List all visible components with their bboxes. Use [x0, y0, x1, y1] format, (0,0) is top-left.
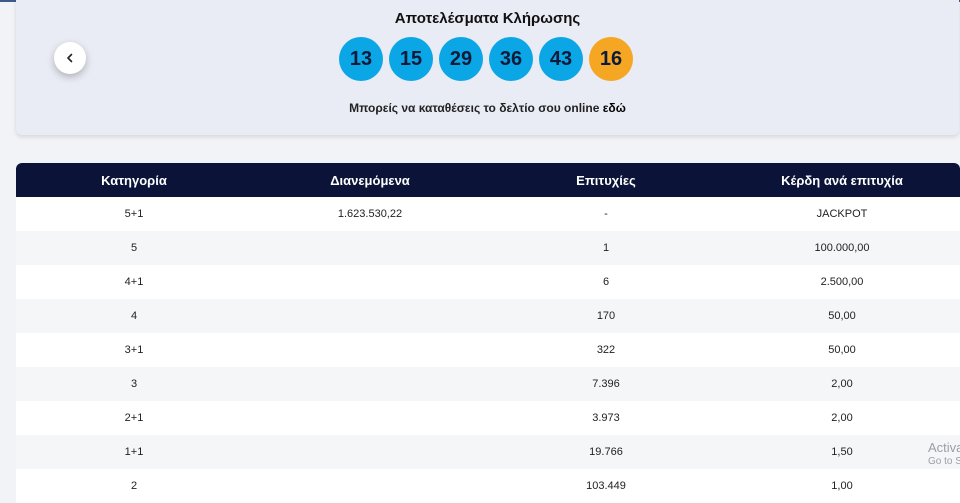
- cell-category: 4: [130, 310, 138, 322]
- table-header-row: Κατηγορία Διανεμόμενα Επιτυχίες Κέρδη αν…: [16, 163, 960, 197]
- cell-category: 3+1: [124, 344, 144, 356]
- cell-category: 2: [130, 480, 138, 492]
- winning-number-ball: 13: [339, 37, 383, 81]
- previous-draw-button[interactable]: [54, 42, 86, 74]
- cell-prize: 1,00: [831, 480, 853, 492]
- cell-winners: -: [604, 208, 608, 220]
- cell-winners: 170: [596, 310, 616, 322]
- cell-distributed: 1.623.530,22: [337, 208, 403, 220]
- table-row: 5+1 1.623.530,22 - JACKPOT: [16, 197, 960, 231]
- watermark-subtitle: Go to S: [928, 455, 960, 467]
- cell-winners: 322: [596, 344, 616, 356]
- cell-prize: JACKPOT: [816, 208, 868, 220]
- cell-category: 2+1: [124, 412, 144, 424]
- table-row: 3+1 322 50,00: [16, 333, 960, 367]
- cell-prize: 2,00: [831, 378, 853, 390]
- column-header-prize-per-winner: Κέρδη ανά επιτυχία: [781, 172, 903, 188]
- cell-distributed: [252, 265, 488, 299]
- table-row: 3 7.396 2,00: [16, 367, 960, 401]
- online-submission-text: Μπορείς να καταθέσεις το δελτίο σου onli…: [16, 101, 959, 115]
- cell-prize: 100.000,00: [814, 242, 870, 254]
- cell-distributed: [252, 333, 488, 367]
- bonus-number-ball: 16: [589, 37, 633, 81]
- cell-category: 5+1: [124, 208, 144, 220]
- table-row: 1+1 19.766 1,50: [16, 435, 960, 469]
- cell-distributed: [252, 469, 488, 503]
- cell-prize: 1,50: [831, 446, 853, 458]
- draw-results-title: Αποτελέσματα Κλήρωσης: [394, 10, 581, 27]
- cell-prize: 2.500,00: [820, 276, 864, 288]
- table-row: 2+1 3.973 2,00: [16, 401, 960, 435]
- cell-category: 3: [130, 378, 138, 390]
- cell-winners: 3.973: [592, 412, 620, 424]
- cell-winners: 6: [602, 276, 610, 288]
- winning-number-ball: 43: [539, 37, 583, 81]
- watermark-title: Activa: [928, 440, 960, 455]
- column-header-category: Κατηγορία: [101, 172, 167, 188]
- cell-prize: 2,00: [831, 412, 853, 424]
- online-submission-label: Μπορείς να καταθέσεις το δελτίο σου onli…: [349, 101, 600, 115]
- cell-category: 5: [130, 242, 138, 254]
- chevron-left-icon: [67, 53, 73, 63]
- cell-distributed: [252, 231, 488, 265]
- winning-numbers: 13 15 29 36 43 16: [339, 37, 633, 81]
- draw-results-card: Αποτελέσματα Κλήρωσης 13 15 29 36 43 16 …: [16, 0, 959, 135]
- winning-number-ball: 15: [389, 37, 433, 81]
- winning-number-ball: 36: [489, 37, 533, 81]
- cell-distributed: [252, 401, 488, 435]
- cell-category: 4+1: [124, 276, 144, 288]
- column-header-distributed: Διανεμόμενα: [330, 172, 410, 188]
- cell-winners: 1: [602, 242, 610, 254]
- online-submission-link[interactable]: εδώ: [603, 101, 626, 115]
- table-row: 4 170 50,00: [16, 299, 960, 333]
- cell-prize: 50,00: [828, 310, 856, 322]
- table-row: 4+1 6 2.500,00: [16, 265, 960, 299]
- cell-winners: 19.766: [589, 446, 623, 458]
- cell-winners: 7.396: [592, 378, 620, 390]
- cell-distributed: [252, 367, 488, 401]
- winning-number-ball: 29: [439, 37, 483, 81]
- cell-distributed: [252, 435, 488, 469]
- cell-prize: 50,00: [828, 344, 856, 356]
- prize-distribution-table: Κατηγορία Διανεμόμενα Επιτυχίες Κέρδη αν…: [16, 163, 960, 503]
- table-row: 5 1 100.000,00: [16, 231, 960, 265]
- cell-category: 1+1: [124, 446, 144, 458]
- cell-distributed: [252, 299, 488, 333]
- column-header-winners: Επιτυχίες: [576, 172, 636, 188]
- table-row: 2 103.449 1,00: [16, 469, 960, 503]
- cell-winners: 103.449: [586, 480, 626, 492]
- windows-activation-watermark: Activa Go to S: [928, 440, 960, 468]
